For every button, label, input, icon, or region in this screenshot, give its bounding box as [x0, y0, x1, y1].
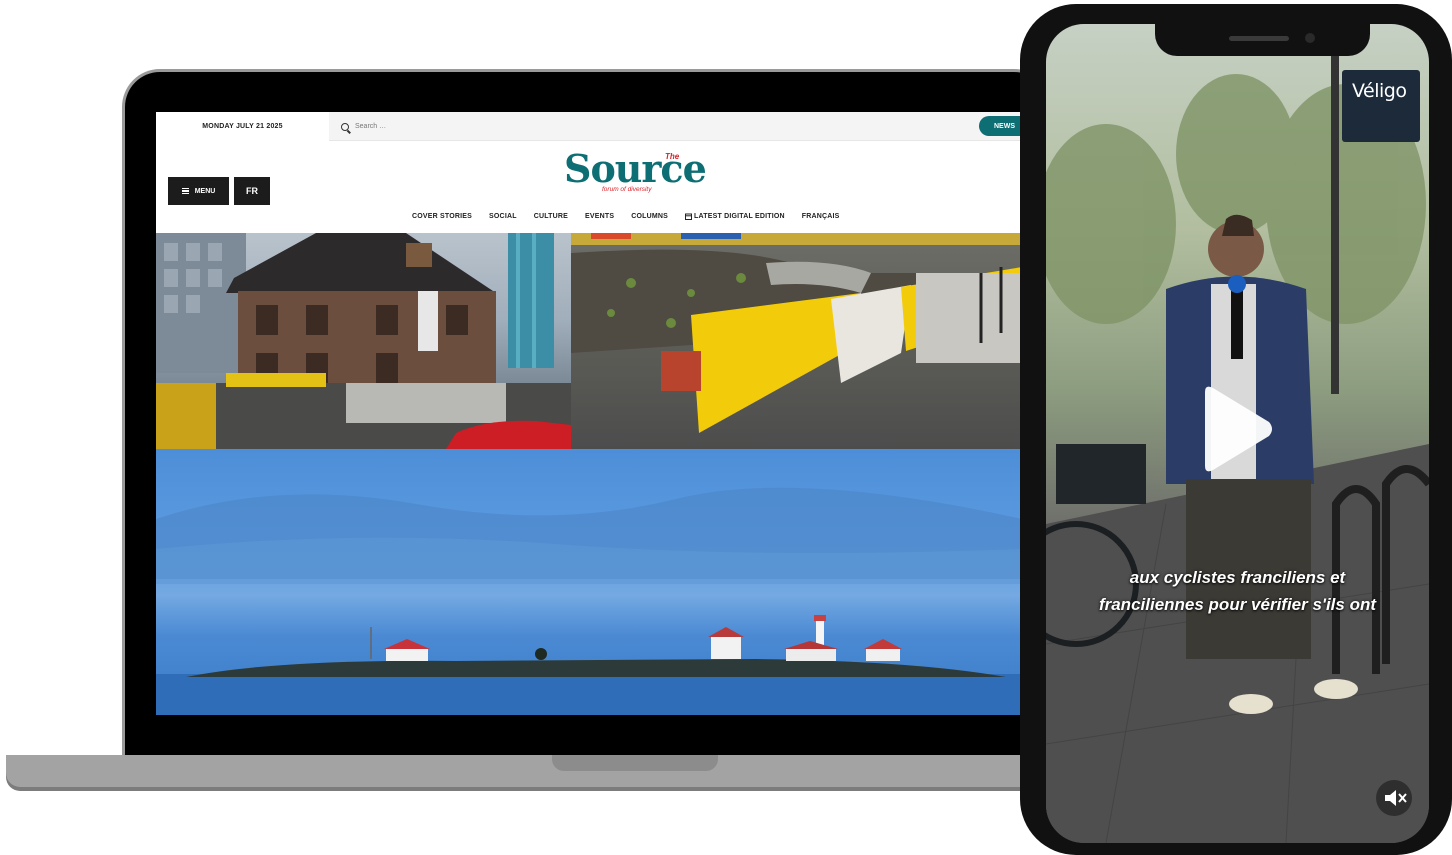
story-image-lighthouse-island[interactable] [156, 449, 1022, 715]
logo-tagline: forum of diversity [602, 186, 652, 193]
laptop-base [6, 755, 1046, 787]
phone-frame: Véligo aux cyclistes franciliens et fran… [1020, 4, 1452, 855]
nav-item-cover-stories[interactable]: COVER STORIES [412, 213, 472, 220]
play-icon[interactable] [1195, 384, 1275, 474]
nav-item-culture[interactable]: CULTURE [534, 213, 568, 220]
nav-item-events[interactable]: EVENTS [585, 213, 614, 220]
main-nav: COVER STORIES SOCIAL CULTURE EVENTS COLU… [412, 213, 840, 220]
barrier-photo [571, 233, 1022, 433]
island-photo [156, 487, 1022, 715]
search-placeholder: Search … [355, 123, 387, 130]
top-bar: MONDAY JULY 21 2025 Search … NEWS [156, 112, 1022, 141]
search-icon [341, 122, 349, 131]
mute-icon [1385, 790, 1407, 806]
house-photo [156, 233, 571, 449]
calendar-icon [685, 213, 693, 220]
front-camera [1305, 33, 1315, 43]
caption-line-2: franciliennes pour vérifier s'ils ont [1098, 595, 1377, 614]
veligo-sign: Véligo [1342, 70, 1420, 142]
menu-label: MENU [194, 187, 216, 195]
caption-line-1: aux cyclistes franciliens et [1129, 568, 1346, 587]
video-player[interactable]: Véligo aux cyclistes franciliens et fran… [1046, 24, 1429, 843]
story-image-heritage-house[interactable] [156, 233, 571, 449]
hamburger-icon [181, 188, 189, 194]
site-logo[interactable]: Source The forum of diversity [564, 147, 709, 197]
logo-name: Source [564, 146, 707, 191]
nav-item-social[interactable]: SOCIAL [489, 213, 517, 220]
nav-item-digital-edition-label: LATEST DIGITAL EDITION [694, 213, 785, 220]
language-button[interactable]: FR [234, 177, 270, 205]
current-date: MONDAY JULY 21 2025 [156, 112, 329, 141]
sign-text: Véligo [1352, 80, 1407, 102]
nav-item-francais[interactable]: FRANÇAIS [802, 213, 840, 220]
video-caption: aux cyclistes franciliens et francilienn… [1046, 564, 1429, 618]
nav-item-digital-edition[interactable]: LATEST DIGITAL EDITION [685, 213, 785, 220]
nav-item-columns[interactable]: COLUMNS [631, 213, 668, 220]
menu-button[interactable]: MENU [168, 177, 229, 205]
logo-the: The [665, 152, 680, 161]
website-screen: MONDAY JULY 21 2025 Search … NEWS MENU F… [156, 112, 1022, 715]
device-mockup-stage: MONDAY JULY 21 2025 Search … NEWS MENU F… [0, 0, 1452, 855]
search-bar[interactable]: Search … [329, 112, 939, 141]
story-image-plaza-barrier[interactable] [571, 233, 1022, 451]
laptop-hinge-notch [552, 755, 718, 771]
mute-button[interactable] [1376, 780, 1412, 816]
news-button[interactable]: NEWS [979, 116, 1022, 136]
speaker-grille [1229, 36, 1289, 41]
phone-notch [1155, 24, 1370, 56]
